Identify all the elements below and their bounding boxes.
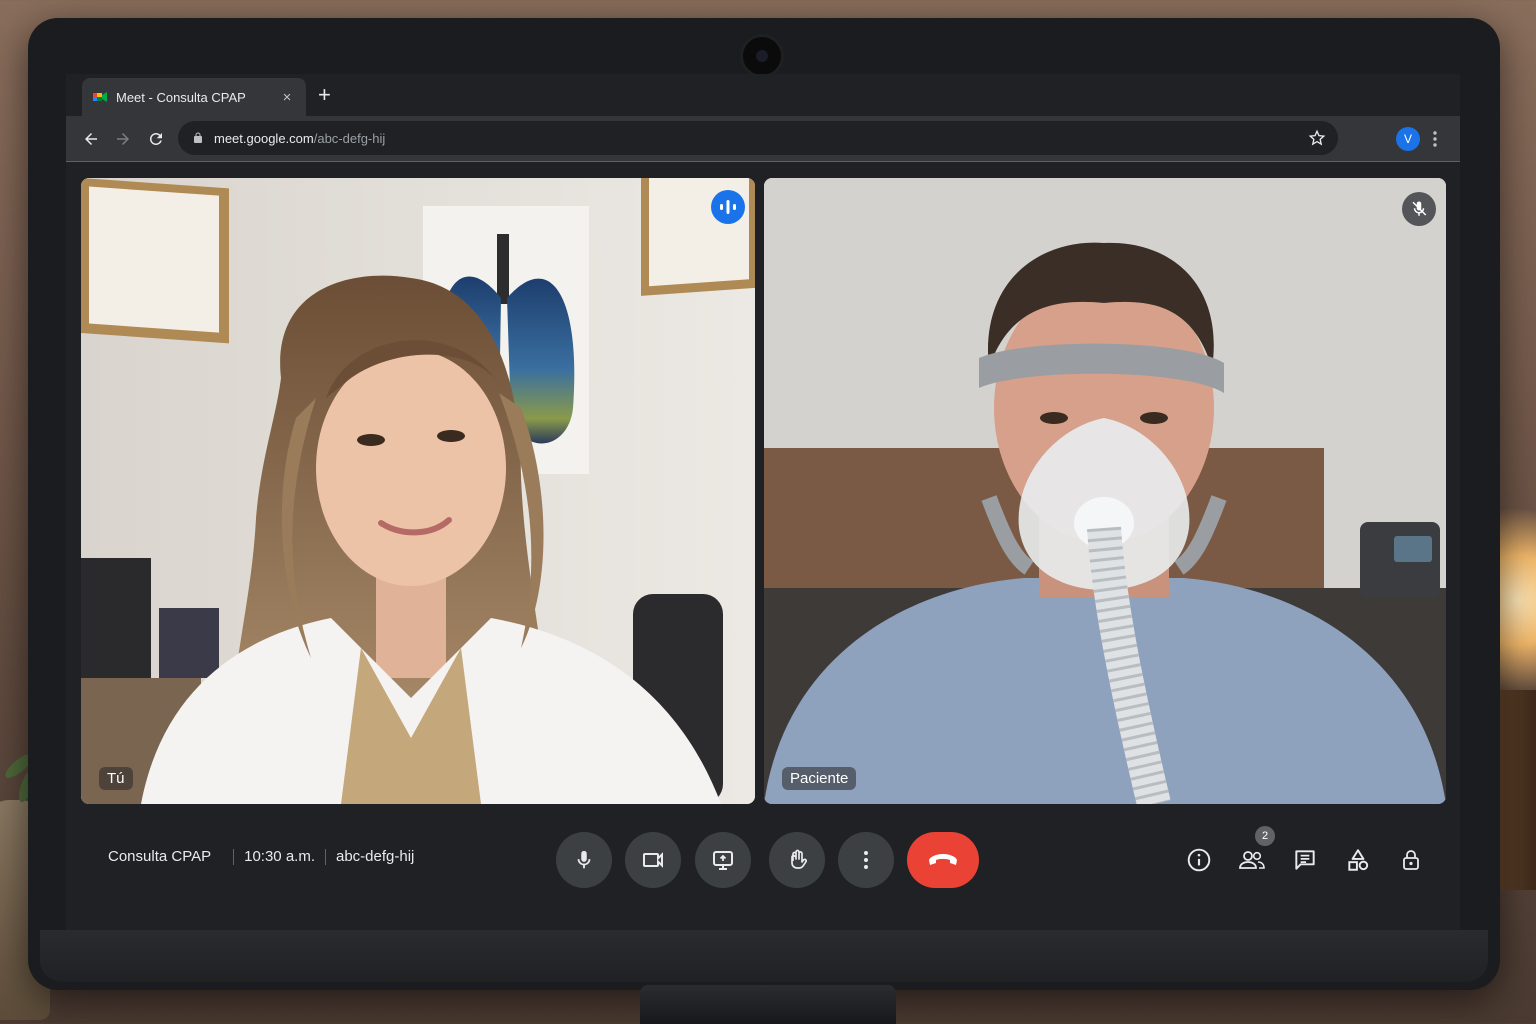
activities-icon (1348, 849, 1369, 871)
meet-favicon-icon (93, 92, 107, 102)
present-screen-button[interactable] (695, 832, 751, 888)
audio-wave-icon (720, 200, 736, 214)
meeting-code: abc-defg-hij (336, 848, 415, 865)
divider (233, 848, 235, 865)
forward-button[interactable] (112, 128, 134, 150)
webcam (740, 34, 784, 78)
back-button[interactable] (80, 128, 102, 150)
participant-name-patient: Paciente (782, 767, 857, 790)
new-tab-button[interactable]: + (318, 84, 331, 106)
doctor-video-feed (81, 178, 755, 804)
arrow-right-icon (117, 133, 129, 145)
mic-icon (577, 850, 591, 869)
people-icon (1239, 851, 1265, 869)
call-controls: Consulta CPAP 10:30 a.m. abc-defg-hij 2 (78, 814, 1450, 906)
participant-name-self: Tú (99, 767, 133, 790)
raise-hand-button[interactable] (769, 832, 825, 888)
video-tile-self[interactable]: Tú (81, 178, 755, 804)
meeting-details: Consulta CPAP 10:30 a.m. abc-defg-hij (108, 848, 414, 865)
screen: Meet - Consulta CPAP × + meet.google.com… (66, 74, 1460, 930)
address-bar[interactable]: meet.google.com/abc-defg-hij (178, 121, 1338, 155)
info-icon (1187, 848, 1211, 872)
meeting-time: 10:30 a.m. (244, 848, 315, 865)
arrow-left-icon (85, 133, 97, 145)
present-screen-icon (713, 851, 733, 870)
end-call-icon (929, 854, 957, 865)
reload-icon (149, 132, 162, 145)
end-call-button[interactable] (907, 832, 979, 888)
microphone-button[interactable] (556, 832, 612, 888)
profile-avatar[interactable]: V (1396, 127, 1420, 151)
chat-icon (1295, 850, 1315, 870)
meeting-name: Consulta CPAP (108, 848, 212, 865)
tab-bar: Meet - Consulta CPAP × + (66, 74, 1460, 116)
patient-video-feed (764, 178, 1446, 804)
camera-button[interactable] (625, 832, 681, 888)
mic-muted-indicator (1402, 192, 1436, 226)
bookmark-star-icon[interactable] (1308, 129, 1326, 147)
lock-icon (1403, 850, 1419, 870)
lock-icon (194, 132, 202, 143)
chat-button[interactable] (1287, 842, 1323, 878)
url-host: meet.google.com (214, 130, 314, 146)
raise-hand-icon (791, 849, 808, 869)
video-tile-patient[interactable]: Paciente (764, 178, 1446, 804)
divider (325, 848, 326, 865)
tab-title: Meet - Consulta CPAP (116, 89, 246, 105)
mic-off-icon (1412, 201, 1427, 216)
host-controls-button[interactable] (1393, 842, 1429, 878)
tab-close-icon[interactable]: × (278, 89, 296, 106)
camera-icon (643, 852, 663, 868)
reload-button[interactable] (145, 128, 167, 150)
meeting-info-button[interactable] (1181, 842, 1217, 878)
people-button[interactable] (1234, 842, 1270, 878)
more-options-button[interactable] (838, 832, 894, 888)
monitor-stand (640, 985, 896, 1024)
more-options-icon (864, 851, 868, 869)
monitor-chin (40, 930, 1488, 982)
speaking-indicator (711, 190, 745, 224)
tab-meet[interactable]: Meet - Consulta CPAP × (82, 78, 306, 116)
browser-menu-icon[interactable] (1432, 128, 1438, 150)
browser-toolbar: meet.google.com/abc-defg-hij V (66, 116, 1460, 162)
activities-button[interactable] (1340, 842, 1376, 878)
meet-app: Tú Paciente Consulta CPAP 10:30 a.m. abc… (78, 164, 1450, 906)
url-path: /abc-defg-hij (313, 130, 386, 146)
